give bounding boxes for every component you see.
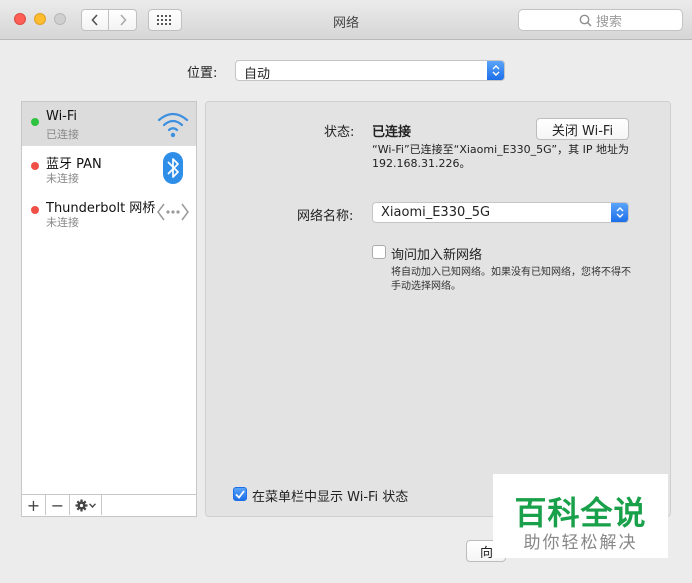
status-value: 已连接 xyxy=(372,125,412,140)
service-name: Wi-Fi xyxy=(46,109,78,124)
updown-arrows-icon xyxy=(616,207,623,218)
chevron-down-icon xyxy=(89,502,96,508)
wifi-icon xyxy=(157,112,189,138)
network-name-label: 网络名称: xyxy=(297,209,354,224)
network-select-arrows xyxy=(611,203,628,222)
status-label: 状态: xyxy=(324,125,355,140)
service-item-thunderbolt-bridge[interactable]: Thunderbolt 网桥 未连接 xyxy=(22,190,196,234)
watermark: 百科全说 助你轻松解决 xyxy=(493,474,668,558)
network-name-value: Xiaomi_E330_5G xyxy=(381,205,491,220)
status-dot xyxy=(31,206,39,214)
remove-service-button[interactable]: − xyxy=(46,495,70,515)
service-list-toolbar: + − xyxy=(21,495,197,517)
updown-arrows-icon xyxy=(492,65,499,76)
search-icon xyxy=(579,14,592,27)
status-dot xyxy=(31,118,39,126)
show-wifi-status-label[interactable]: 在菜单栏中显示 Wi-Fi 状态 xyxy=(252,486,408,505)
thunderbolt-bridge-icon xyxy=(157,203,189,221)
ask-join-checkbox[interactable] xyxy=(372,245,386,259)
service-status: 已连接 xyxy=(46,128,79,141)
status-description: “Wi-Fi”已连接至“Xiaomi_E330_5G”，其 IP 地址为 192… xyxy=(372,143,629,170)
action-menu-button[interactable] xyxy=(70,495,102,515)
service-status: 未连接 xyxy=(46,172,79,185)
location-label: 位置: xyxy=(187,66,218,81)
service-status: 未连接 xyxy=(46,216,79,229)
add-service-button[interactable]: + xyxy=(22,495,46,515)
bluetooth-icon xyxy=(163,152,183,184)
location-select[interactable]: 自动 xyxy=(235,60,505,82)
search-field[interactable]: 搜索 xyxy=(518,9,683,31)
gear-icon xyxy=(75,499,88,511)
watermark-subtitle: 助你轻松解决 xyxy=(523,533,638,553)
service-list[interactable]: Wi-Fi 已连接 蓝牙 PAN 未连接 Thunderbolt 网桥 未连接 xyxy=(21,101,197,495)
service-item-bluetooth-pan[interactable]: 蓝牙 PAN 未连接 xyxy=(22,146,196,190)
turn-off-wifi-button[interactable]: 关闭 Wi-Fi xyxy=(536,118,629,140)
location-select-arrows xyxy=(487,61,504,80)
status-dot xyxy=(31,162,39,170)
show-wifi-status-checkbox[interactable] xyxy=(233,487,247,501)
search-placeholder: 搜索 xyxy=(595,14,622,30)
network-name-select[interactable]: Xiaomi_E330_5G xyxy=(372,202,629,223)
service-item-wifi[interactable]: Wi-Fi 已连接 xyxy=(22,102,196,146)
ask-join-label[interactable]: 询问加入新网络 xyxy=(391,244,482,263)
location-value: 自动 xyxy=(244,67,271,82)
title-bar: 网络 搜索 xyxy=(0,0,692,40)
checkmark-icon xyxy=(235,489,245,499)
ask-join-description: 将自动加入已知网络。如果没有已知网络，您将不得不手动选择网络。 xyxy=(391,267,631,292)
